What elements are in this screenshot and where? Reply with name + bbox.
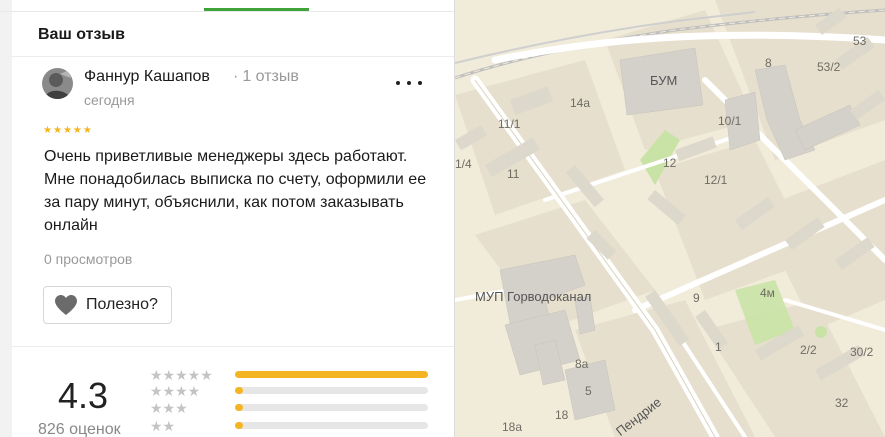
building-label: 1 [715, 340, 722, 354]
building-label: 32 [835, 396, 849, 410]
panel-edge [0, 0, 12, 437]
rating-distribution-row: ★★ [150, 419, 430, 433]
star-icon: ★ [62, 125, 72, 136]
section-title: Ваш отзыв [38, 26, 125, 43]
tab-bar [0, 0, 454, 12]
building-label: 12 [663, 156, 677, 170]
rating-distribution-bar [235, 371, 428, 378]
building-label: БУМ [650, 73, 678, 88]
building-label: 1/4 [455, 157, 472, 171]
rating-distribution-bar [235, 404, 428, 411]
building-label: 18 [555, 408, 569, 422]
author-review-count-text: 1 отзыв [242, 68, 299, 85]
building-label: 53 [853, 34, 867, 48]
author-review-count: · 1 отзыв [233, 68, 299, 85]
building-label: 18а [502, 420, 523, 434]
star-icon: ★ [52, 125, 62, 136]
rating-distribution-bar [235, 422, 428, 429]
building-label: 14а [570, 96, 591, 110]
rating-distribution-fill [235, 404, 243, 411]
building-label: 8а [575, 357, 589, 371]
useful-button[interactable]: Полезно? [43, 286, 172, 324]
building-label: 11 [507, 167, 520, 181]
star-icon: ★ [72, 125, 82, 136]
building-label: 10/1 [718, 114, 742, 128]
map[interactable]: 53 53/2 8 БУМ 14а 10/1 11/1 12 1/4 11 12… [455, 0, 885, 437]
rating-distribution-row: ★★★ [150, 401, 430, 415]
star-icon: ★ [82, 125, 92, 136]
review-panel: Ваш отзыв Фаннур Кашапов · 1 отзыв сегодн… [0, 0, 455, 437]
divider [12, 56, 454, 57]
more-dots-icon[interactable] [396, 74, 422, 92]
rating-distribution-row: ★★★★★ [150, 368, 430, 382]
review-text: Очень приветливые менеджеры здесь работа… [44, 148, 427, 234]
building-label: 9 [693, 291, 700, 305]
author-name[interactable]: Фаннур Кашапов [84, 68, 210, 86]
building-label: 4м [760, 286, 775, 300]
building-label: 2/2 [800, 343, 817, 357]
review-date: сегодня [84, 92, 135, 108]
rating-distribution-fill [235, 422, 243, 429]
rating-distribution-fill [235, 387, 243, 394]
rating-distribution-bar [235, 387, 428, 394]
view-count: 0 просмотров [44, 251, 133, 267]
building-label: МУП Горводоканал [475, 289, 592, 304]
star-icon: ★ [43, 125, 52, 136]
heart-icon [55, 295, 77, 315]
overall-rating: 4.3 [58, 375, 109, 416]
review-stars: ★ ★ ★ ★ ★ [43, 126, 92, 136]
star-icon: ★★ [150, 418, 176, 434]
active-tab-indicator[interactable] [204, 8, 309, 11]
building-label: 12/1 [704, 173, 728, 187]
rating-distribution-fill [235, 371, 428, 378]
star-icon: ★★★ [150, 400, 188, 416]
avatar[interactable] [42, 68, 73, 99]
building-label: 5 [585, 384, 592, 398]
building-label: 11/1 [498, 117, 521, 131]
useful-button-label: Полезно? [86, 296, 158, 313]
rating-count: 826 оценок [38, 421, 121, 437]
building-label: 53/2 [817, 60, 841, 74]
building-label: 30/2 [850, 345, 874, 359]
star-icon: ★★★★★ [150, 367, 213, 383]
star-icon: ★★★★ [150, 383, 201, 399]
divider [12, 346, 454, 347]
rating-distribution-row: ★★★★ [150, 384, 430, 398]
building-label: 8 [765, 56, 772, 70]
